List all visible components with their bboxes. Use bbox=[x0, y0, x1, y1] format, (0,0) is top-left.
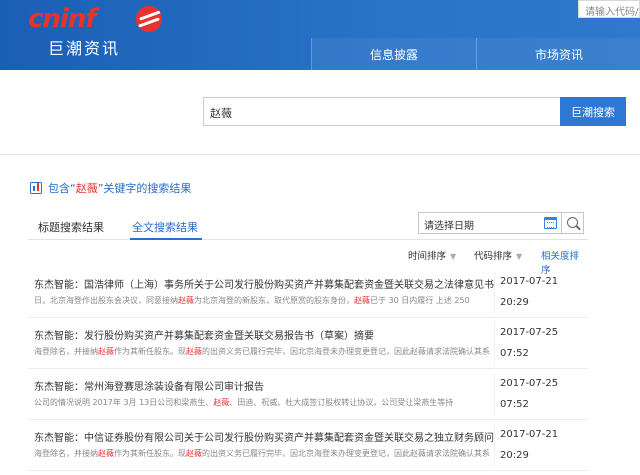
snippet-text: 、田迪、祝威、杜大成签订股权转让协议，公司受让 bbox=[229, 398, 414, 407]
snippet-text: 公司的情况说明 2017年 3月 13日公司和梁燕生、 bbox=[34, 398, 214, 407]
logo-swoosh-icon bbox=[136, 6, 162, 32]
tab-title-results[interactable]: 标题搜索结果 bbox=[38, 213, 104, 240]
search-input[interactable]: 赵薇 bbox=[203, 97, 561, 126]
result-title[interactable]: 东杰智能：发行股份购买资产并募集配套资金暨关联交易报告书（草案）摘要 bbox=[34, 327, 494, 342]
search-band: 赵薇 巨潮搜索 bbox=[0, 70, 640, 155]
result-snippet: 海登除名，并接纳赵薇作为其新任股东。现赵薇的出资义务已履行完毕，因北京海登未办理… bbox=[34, 448, 494, 459]
snippet-keyword: 赵薇 bbox=[98, 449, 114, 458]
result-snippet: 海登除名，并接纳赵薇作为其新任股东。现赵薇的出资义务已履行完毕，因北京海登未办理… bbox=[34, 346, 494, 357]
results-heading-suffix: ”关键字的搜索结果 bbox=[97, 182, 192, 195]
result-title[interactable]: 东杰智能：中信证券股份有限公司关于公司发行股份购买资产并募集配套资金暨关联交易之… bbox=[34, 429, 494, 444]
list-item[interactable]: 东杰智能：常州海登赛思涂装设备有限公司审计报告 公司的情况说明 2017年 3月… bbox=[28, 369, 588, 420]
result-snippet: 日，北京海登作出股东会决议，同意接纳赵薇为北京海登的新股东，取代原赏的股东身份，… bbox=[34, 295, 494, 306]
list-item[interactable]: 东杰智能：中信证券股份有限公司关于公司发行股份购买资产并募集配套资金暨关联交易之… bbox=[28, 420, 588, 471]
result-time: 20:29 bbox=[500, 297, 529, 308]
main-nav: 信息披露 市场资讯 bbox=[311, 38, 640, 70]
snippet-keyword: 赵薇 bbox=[354, 296, 370, 305]
logo-brand-text: cninf bbox=[28, 4, 97, 34]
sort-by-code-label: 代码排序 bbox=[474, 251, 513, 262]
snippet-text: 的出资义务已履行完毕，因北京海登未办理变更登记，因此赵薇请求法院确认其系 bbox=[202, 449, 490, 458]
snippet-keyword: 赵薇 bbox=[213, 398, 230, 407]
search-button[interactable]: 巨潮搜索 bbox=[560, 97, 626, 126]
results-heading: 包含“ 赵薇 ”关键字的搜索结果 bbox=[30, 180, 191, 196]
row-divider bbox=[494, 373, 495, 416]
row-divider bbox=[494, 322, 495, 365]
row-divider bbox=[494, 424, 495, 467]
result-date: 2017-07-21 bbox=[500, 276, 559, 287]
caret-down-icon: ▼ bbox=[516, 252, 523, 261]
sort-by-time-label: 时间排序 bbox=[408, 251, 447, 262]
result-title[interactable]: 东杰智能：国浩律师（上海）事务所关于公司发行股份购买资产并募集配套资金暨关联交易… bbox=[34, 276, 494, 291]
snippet-text: 作为其新任股东。现 bbox=[114, 449, 186, 458]
results-heading-keyword: 赵薇 bbox=[75, 182, 98, 195]
top-code-search-input[interactable]: 请输入代码/ bbox=[578, 0, 640, 18]
nav-item-market-info[interactable]: 市场资讯 bbox=[476, 38, 640, 70]
results-heading-prefix: 包含“ bbox=[48, 182, 76, 195]
row-divider bbox=[494, 271, 495, 314]
snippet-keyword: 赵薇 bbox=[186, 347, 202, 356]
snippet-text: 为北京海登的新股东，取代原赏的股东身份， bbox=[194, 296, 354, 305]
list-item[interactable]: 东杰智能：国浩律师（上海）事务所关于公司发行股份购买资产并募集配套资金暨关联交易… bbox=[28, 267, 588, 318]
site-header: cninf 巨潮资讯 请输入代码/ 信息披露 市场资讯 bbox=[0, 0, 640, 70]
tab-fulltext-results[interactable]: 全文搜索结果 bbox=[130, 213, 202, 240]
result-date: 2017-07-21 bbox=[500, 429, 559, 440]
list-item[interactable]: 东杰智能：发行股份购买资产并募集配套资金暨关联交易报告书（草案）摘要 海登除名，… bbox=[28, 318, 588, 369]
search-icon[interactable] bbox=[562, 212, 584, 234]
snippet-keyword: 赵薇 bbox=[186, 449, 202, 458]
snippet-text: 的出资义务已履行完毕，因北京海登未办理变更登记，因此赵薇请求法院确认其系 bbox=[202, 347, 490, 356]
snippet-keyword: 赵薇 bbox=[178, 296, 194, 305]
sort-by-code[interactable]: 代码排序 ▼ bbox=[474, 248, 522, 262]
sort-bar: 时间排序 ▼ 代码排序 ▼ 相关度排序 bbox=[28, 246, 588, 276]
results-list: 东杰智能：国浩律师（上海）事务所关于公司发行股份购买资产并募集配套资金暨关联交易… bbox=[28, 267, 588, 471]
result-time: 07:52 bbox=[500, 348, 529, 359]
result-snippet: 公司的情况说明 2017年 3月 13日公司和梁燕生、赵薇、田迪、祝威、杜大成签… bbox=[34, 397, 494, 408]
calendar-icon[interactable] bbox=[544, 217, 557, 229]
nav-item-disclosure[interactable]: 信息披露 bbox=[311, 38, 476, 70]
result-time: 07:52 bbox=[500, 399, 529, 410]
result-date: 2017-07-25 bbox=[500, 327, 559, 338]
snippet-text: 海登除名，并接纳 bbox=[34, 449, 98, 458]
sort-by-time[interactable]: 时间排序 ▼ bbox=[408, 248, 456, 262]
result-time: 20:29 bbox=[500, 450, 529, 461]
result-title[interactable]: 东杰智能：常州海登赛思涂装设备有限公司审计报告 bbox=[34, 378, 494, 393]
date-filter-placeholder: 请选择日期 bbox=[424, 221, 474, 232]
snippet-text: 梁燕生等持 bbox=[413, 398, 454, 407]
snippet-text: 日，北京海登作出股东会决议，同意接纳 bbox=[34, 296, 178, 305]
date-filter-input[interactable]: 请选择日期 bbox=[418, 212, 562, 234]
snippet-keyword: 赵薇 bbox=[98, 347, 114, 356]
caret-down-icon: ▼ bbox=[450, 252, 457, 261]
snippet-text: 已于 30 日内履行 上述 250 bbox=[370, 296, 470, 305]
logo-subtitle: 巨潮资讯 bbox=[48, 39, 121, 58]
snippet-text: 海登除名，并接纳 bbox=[34, 347, 98, 356]
cninf-logo[interactable]: cninf 巨潮资讯 bbox=[28, 4, 162, 58]
result-date: 2017-07-25 bbox=[500, 378, 559, 389]
snippet-text: 作为其新任股东。现 bbox=[114, 347, 186, 356]
chart-icon bbox=[30, 182, 42, 194]
